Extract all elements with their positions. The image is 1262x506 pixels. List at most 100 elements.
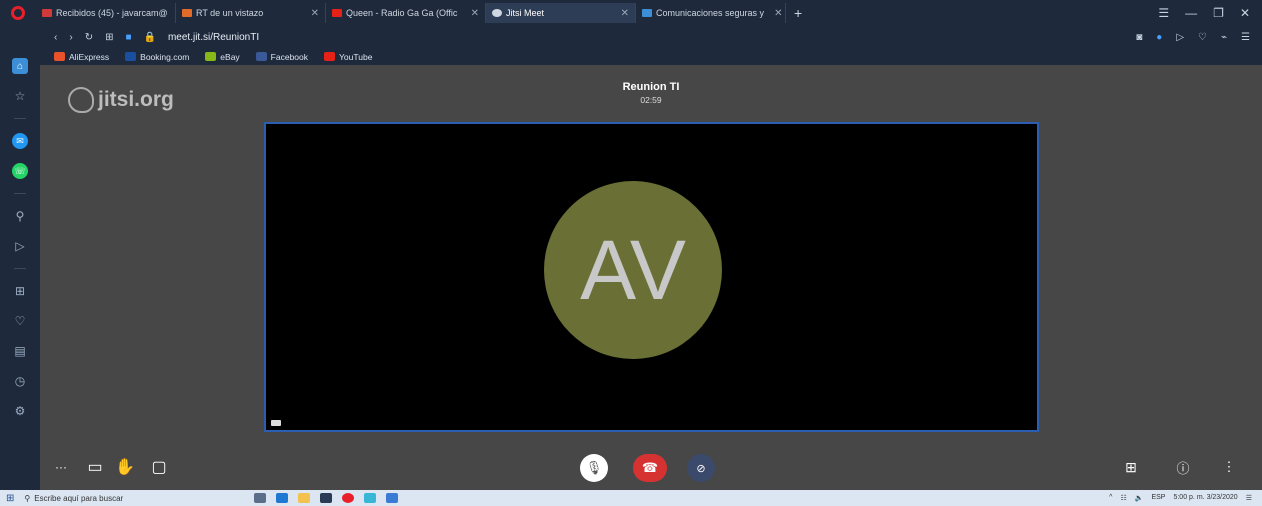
reload-icon[interactable]: ↻ (85, 32, 93, 43)
hangup-icon[interactable]: ☎ (633, 454, 667, 482)
tab-comunicaciones[interactable]: Comunicaciones seguras y ✕ (636, 3, 786, 23)
send-icon[interactable]: ▷ (1176, 32, 1184, 43)
star-icon[interactable]: ☆ (12, 88, 28, 104)
restore-icon[interactable]: ❐ (1213, 6, 1224, 20)
bookmark-aliexpress[interactable]: AliExpress (54, 52, 109, 62)
forward-icon[interactable]: › (69, 32, 72, 43)
whatsapp-icon[interactable]: ☏ (12, 163, 28, 179)
meeting-title: Reunion TI (622, 81, 680, 93)
speed-dial-icon[interactable]: ⊞ (105, 32, 113, 43)
taskbar-search[interactable]: ⚲ Escribe aquí para buscar (24, 494, 244, 503)
clock[interactable]: 5:00 p. m. 3/23/2020 (1173, 494, 1237, 502)
bookmark-label: Facebook (270, 51, 309, 62)
bookmarks-bar: AliExpress Booking.com eBay Facebook You… (40, 48, 1262, 65)
lock-icon: 🔒 (143, 31, 156, 43)
addressbar-extensions: ◙ ● ▷ ♡ ⌁ ☰ (1136, 32, 1262, 43)
document-icon[interactable] (386, 493, 399, 503)
close-icon[interactable]: ✕ (768, 8, 782, 19)
close-icon[interactable]: ✕ (615, 8, 629, 19)
search-icon[interactable]: ⚲ (12, 208, 28, 224)
info-icon[interactable]: ⓘ (1170, 454, 1196, 480)
bookmark-facebook[interactable]: Facebook (255, 51, 309, 62)
minimize-icon[interactable]: — (1185, 6, 1197, 20)
language-indicator[interactable]: ESP (1151, 494, 1165, 502)
microphone-icon[interactable]: 🎙 (580, 454, 608, 482)
camera-off-indicator-icon (271, 420, 281, 426)
opera-sidebar: ⌂ ☆ ✉ ☏ ⚲ ▷ ⊞ ♡ ▤ ◷ ⚙ (0, 26, 40, 490)
camera-icon: ■ (125, 31, 132, 43)
bookmark-ebay[interactable]: eBay (205, 51, 240, 62)
vpn-icon[interactable]: ● (1156, 32, 1162, 43)
close-window-icon[interactable]: ✕ (1240, 6, 1250, 20)
bookmark-label: eBay (220, 51, 240, 62)
bookmark-youtube[interactable]: YouTube (324, 52, 372, 62)
easy-setup-icon[interactable]: ☰ (1241, 32, 1250, 43)
clock-time: 5:00 p. m. (1173, 494, 1205, 501)
sidebar-divider (14, 268, 26, 269)
network-icon[interactable]: ☷ (1120, 494, 1126, 502)
tab-rt[interactable]: RT de un vistazo ✕ (176, 3, 326, 23)
tab-strip: Recibidos (45) - javarcam@✕ RT de un vis… (0, 0, 1262, 26)
store-icon[interactable] (320, 493, 333, 503)
tab-recibidos[interactable]: Recibidos (45) - javarcam@✕ (36, 3, 176, 23)
snapshot-icon[interactable]: ◙ (1136, 32, 1142, 43)
aliexpress-icon (54, 52, 65, 61)
ebay-icon (205, 52, 217, 61)
screen-share-icon[interactable]: ▭ (82, 454, 108, 480)
url-field[interactable]: meet.jit.si/ReunionTI (168, 32, 259, 43)
settings-icon[interactable]: ⚙ (12, 403, 28, 419)
tab-jitsi[interactable]: Jitsi Meet ✕ (486, 3, 636, 23)
tab-queen[interactable]: Queen - Radio Ga Ga (Offic ✕ (326, 3, 486, 23)
new-tab-button[interactable]: + (786, 5, 810, 21)
raise-hand-icon[interactable]: ✋ (112, 454, 138, 480)
home-icon[interactable]: ⌂ (12, 58, 28, 74)
camera-off-icon[interactable]: ⊘ (687, 454, 715, 482)
jitsi-icon (492, 9, 502, 17)
windows-start-icon[interactable]: ⊞ (6, 493, 14, 504)
tray-chevron-icon[interactable]: ^ (1109, 494, 1112, 502)
address-bar: ‹ › ↻ ⊞ ■ 🔒 meet.jit.si/ReunionTI ◙ ● ▷ … (40, 26, 1262, 48)
edge-icon[interactable] (276, 493, 289, 503)
history-icon[interactable]: ◷ (12, 373, 28, 389)
task-view-icon[interactable] (254, 493, 267, 503)
opera-icon[interactable] (342, 493, 355, 503)
meeting-toolbar: ··· ▭ ✋ ▢ 🎙 ☎ ⊘ ⊞ ⓘ ⋮ (40, 450, 1262, 482)
cloud-icon[interactable] (364, 493, 377, 503)
tab-title: Jitsi Meet (506, 8, 545, 18)
youtube-icon (332, 9, 342, 17)
tab-menu-icon[interactable]: ☰ (1158, 6, 1169, 20)
clock-date: 3/23/2020 (1206, 494, 1238, 501)
opera-menu-button[interactable] (0, 0, 36, 26)
window-controls: ☰ — ❐ ✕ (1158, 6, 1262, 20)
chat-icon[interactable]: ▢ (146, 454, 172, 480)
search-icon: ⚲ (24, 493, 31, 503)
sidebar-divider (14, 118, 26, 119)
tab-title: Queen - Radio Ga Ga (Offic (346, 8, 458, 18)
tile-view-icon[interactable]: ⊞ (1118, 454, 1144, 480)
video-tile[interactable]: AV (264, 122, 1039, 432)
bookmark-label: YouTube (339, 51, 373, 62)
sidebar-divider (14, 193, 26, 194)
messenger-icon[interactable]: ✉ (12, 133, 28, 149)
bookmark-booking[interactable]: Booking.com (125, 52, 189, 62)
news-icon[interactable]: ▤ (12, 343, 28, 359)
rt-icon (182, 9, 192, 17)
tab-title: RT de un vistazo (196, 8, 264, 18)
participant-avatar: AV (544, 181, 722, 359)
volume-icon[interactable]: 🔈 (1135, 494, 1144, 502)
more-options-icon[interactable]: ··· (48, 454, 74, 480)
heart-icon[interactable]: ♡ (1198, 32, 1207, 43)
back-icon[interactable]: ‹ (54, 32, 57, 43)
close-icon[interactable]: ✕ (305, 8, 319, 19)
overflow-menu-icon[interactable]: ⋮ (1216, 454, 1242, 480)
file-explorer-icon[interactable] (298, 493, 311, 503)
close-icon[interactable]: ✕ (465, 8, 479, 19)
apps-icon[interactable]: ⊞ (12, 283, 28, 299)
site-icon (642, 9, 652, 17)
heart-icon[interactable]: ♡ (12, 313, 28, 329)
meeting-timer: 02:59 (640, 95, 662, 105)
bookmark-label: Booking.com (140, 51, 190, 62)
extensions-icon[interactable]: ⌁ (1221, 32, 1227, 43)
send-icon[interactable]: ▷ (12, 238, 28, 254)
notifications-icon[interactable]: ☰ (1246, 494, 1252, 502)
